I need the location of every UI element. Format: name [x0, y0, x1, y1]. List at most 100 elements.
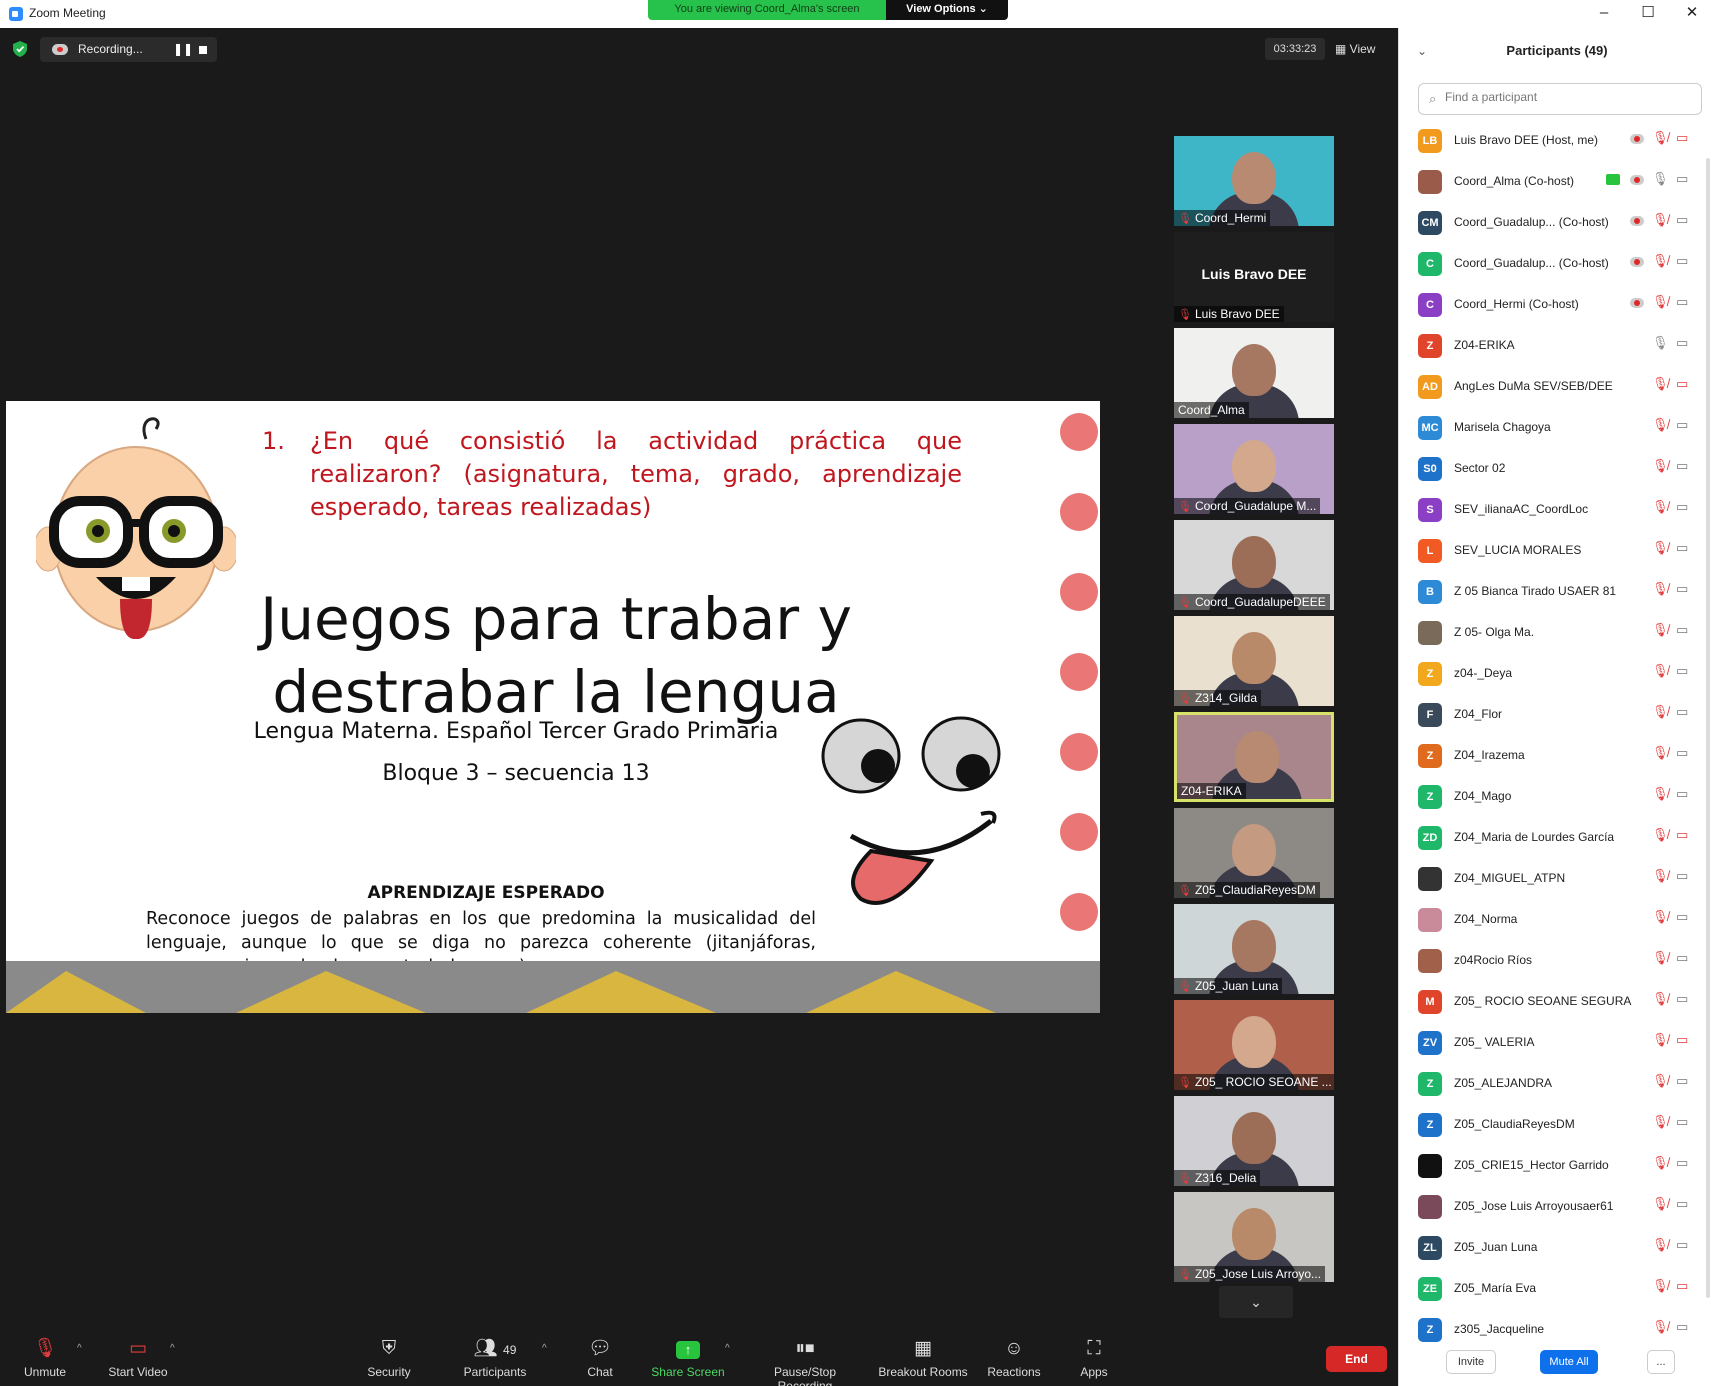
mic-muted-icon[interactable]: 🎙︎̸: [1652, 458, 1669, 474]
maximize-button[interactable]: ☐: [1626, 0, 1670, 28]
mic-on-icon[interactable]: 🎙︎: [1652, 335, 1669, 351]
video-tile[interactable]: Coord_Alma: [1174, 328, 1334, 418]
video-tile[interactable]: 🎙︎ Coord_Guadalupe M...: [1174, 424, 1334, 514]
mic-muted-icon[interactable]: 🎙︎̸: [1652, 376, 1669, 392]
mic-muted-icon[interactable]: 🎙︎̸: [1652, 786, 1669, 802]
tiles-scroll-down-button[interactable]: ⌄: [1219, 1286, 1293, 1318]
participant-search-input[interactable]: [1445, 90, 1695, 104]
video-tile[interactable]: 🎙︎ Z316_Delia: [1174, 1096, 1334, 1186]
minimize-button[interactable]: –: [1582, 0, 1626, 28]
close-button[interactable]: ✕: [1670, 0, 1714, 28]
participant-row[interactable]: z04Rocio Ríos 🎙︎̸ ▭: [1399, 940, 1714, 981]
video-tile[interactable]: 🎙︎ Z05_Juan Luna: [1174, 904, 1334, 994]
video-tile[interactable]: 🎙︎ Z05_ClaudiaReyesDM: [1174, 808, 1334, 898]
participant-row[interactable]: ZE Z05_María Eva 🎙︎̸ ▭: [1399, 1268, 1714, 1309]
participant-row[interactable]: Z Z04_Mago 🎙︎̸ ▭: [1399, 776, 1714, 817]
participant-avatar: M: [1418, 990, 1442, 1014]
participant-row[interactable]: M Z05_ ROCIO SEOANE SEGURA 🎙︎̸ ▭: [1399, 981, 1714, 1022]
share-options-caret-icon[interactable]: ^: [725, 1343, 730, 1354]
participant-row[interactable]: S SEV_ilianaAC_CoordLoc 🎙︎̸ ▭: [1399, 489, 1714, 530]
participant-row[interactable]: Z04_MIGUEL_ATPN 🎙︎̸ ▭: [1399, 858, 1714, 899]
mic-muted-icon[interactable]: 🎙︎̸: [1652, 745, 1669, 761]
mic-muted-icon[interactable]: 🎙︎̸: [1652, 212, 1669, 228]
participant-row[interactable]: L SEV_LUCIA MORALES 🎙︎̸ ▭: [1399, 530, 1714, 571]
participant-row[interactable]: F Z04_Flor 🎙︎̸ ▭: [1399, 694, 1714, 735]
mic-muted-icon[interactable]: 🎙︎̸: [1652, 253, 1669, 269]
mic-muted-icon[interactable]: 🎙︎̸: [1652, 499, 1669, 515]
end-meeting-button[interactable]: End: [1326, 1346, 1387, 1372]
mic-muted-icon[interactable]: 🎙︎̸: [1652, 1319, 1669, 1335]
participant-row[interactable]: ZL Z05_Juan Luna 🎙︎̸ ▭: [1399, 1227, 1714, 1268]
mic-muted-icon[interactable]: 🎙︎̸: [1652, 540, 1669, 556]
participant-list-scrollbar[interactable]: [1706, 158, 1710, 1298]
mic-muted-icon[interactable]: 🎙︎̸: [1652, 950, 1669, 966]
tile-display-name: Luis Bravo DEE: [1201, 266, 1307, 282]
participant-row[interactable]: Z Z04-ERIKA 🎙︎ ▭: [1399, 325, 1714, 366]
participant-row[interactable]: AD AngLes DuMa SEV/SEB/DEE 🎙︎̸ ▭: [1399, 366, 1714, 407]
mic-muted-icon: 🎙︎: [1178, 885, 1192, 897]
more-options-button[interactable]: ...: [1647, 1350, 1675, 1374]
participant-row[interactable]: S0 Sector 02 🎙︎̸ ▭: [1399, 448, 1714, 489]
participant-name: AngLes DuMa SEV/SEB/DEE: [1454, 379, 1613, 393]
participant-row[interactable]: Z05_CRIE15_Hector Garrido 🎙︎̸ ▭: [1399, 1145, 1714, 1186]
pause-recording-icon[interactable]: ❚❚: [173, 42, 193, 56]
video-tile[interactable]: 🎙︎ Coord_Hermi: [1174, 136, 1334, 226]
participant-row[interactable]: Z05_Jose Luis Arroyousaer61 🎙︎̸ ▭: [1399, 1186, 1714, 1227]
mic-muted-icon[interactable]: 🎙︎̸: [1652, 827, 1669, 843]
mic-muted-icon[interactable]: 🎙︎̸: [1652, 581, 1669, 597]
mic-muted-icon[interactable]: 🎙︎̸: [1652, 1196, 1669, 1212]
view-options-button[interactable]: View Options ⌄: [886, 0, 1008, 20]
video-tile[interactable]: 🎙︎ Z05_Jose Luis Arroyo...: [1174, 1192, 1334, 1282]
participant-row[interactable]: Z Z04_Irazema 🎙︎̸ ▭: [1399, 735, 1714, 776]
participant-row[interactable]: C Coord_Guadalup... (Co-host) 🎙︎̸ ▭: [1399, 243, 1714, 284]
start-video-button[interactable]: ▭ Start Video ^: [78, 1337, 198, 1379]
mic-muted-icon[interactable]: 🎙︎̸: [1652, 909, 1669, 925]
mic-muted-icon[interactable]: 🎙︎̸: [1652, 663, 1669, 679]
mic-muted-icon[interactable]: 🎙︎̸: [1652, 1278, 1669, 1294]
mic-muted-icon[interactable]: 🎙︎̸: [1652, 1155, 1669, 1171]
participant-row[interactable]: ZV Z05_ VALERIA 🎙︎̸ ▭: [1399, 1022, 1714, 1063]
mic-muted-icon[interactable]: 🎙︎̸: [1652, 991, 1669, 1007]
mic-muted-icon[interactable]: 🎙︎̸: [1652, 294, 1669, 310]
mic-muted-icon[interactable]: 🎙︎̸: [1652, 1237, 1669, 1253]
invite-button[interactable]: Invite: [1446, 1350, 1496, 1374]
video-options-caret-icon[interactable]: ^: [170, 1343, 175, 1354]
mic-on-icon[interactable]: 🎙︎: [1652, 171, 1669, 187]
participant-row[interactable]: CM Coord_Guadalup... (Co-host) 🎙︎̸ ▭: [1399, 202, 1714, 243]
security-shield-icon[interactable]: [13, 41, 27, 57]
mic-muted-icon[interactable]: 🎙︎̸: [1652, 704, 1669, 720]
stop-recording-icon[interactable]: [199, 46, 207, 54]
participants-button[interactable]: 👥︎ 49 Participants ^: [435, 1337, 555, 1379]
participant-row[interactable]: C Coord_Hermi (Co-host) 🎙︎̸ ▭: [1399, 284, 1714, 325]
participant-row[interactable]: Zz04-_Deya 🎙︎̸ ▭: [1399, 653, 1714, 694]
mic-muted-icon[interactable]: 🎙︎̸: [1652, 1114, 1669, 1130]
participant-avatar: [1418, 1195, 1442, 1219]
mic-muted-icon[interactable]: 🎙︎̸: [1652, 868, 1669, 884]
participant-row[interactable]: Z Z05_ClaudiaReyesDM 🎙︎̸ ▭: [1399, 1104, 1714, 1145]
mic-muted-icon[interactable]: 🎙︎̸: [1652, 1073, 1669, 1089]
apps-button[interactable]: ⛶ Apps: [1034, 1337, 1154, 1379]
share-screen-button[interactable]: ↑ Share Screen ^: [628, 1337, 748, 1379]
pause-stop-recording-button[interactable]: ⏸⏹ Pause/Stop Recording: [745, 1337, 865, 1386]
participant-row[interactable]: Z 05- Olga Ma. 🎙︎̸ ▭: [1399, 612, 1714, 653]
participant-row[interactable]: LB Luis Bravo DEE (Host, me) 🎙︎̸ ▭: [1399, 120, 1714, 161]
video-tile[interactable]: 🎙︎ Z05_ ROCIO SEOANE ...: [1174, 1000, 1334, 1090]
video-tile[interactable]: 🎙︎ Z314_Gilda: [1174, 616, 1334, 706]
participant-row[interactable]: ZD Z04_Maria de Lourdes García 🎙︎̸ ▭: [1399, 817, 1714, 858]
mute-all-button[interactable]: Mute All: [1540, 1350, 1598, 1374]
mic-muted-icon[interactable]: 🎙︎̸: [1652, 622, 1669, 638]
security-button[interactable]: ⛨ Security: [329, 1337, 449, 1379]
view-button[interactable]: ▦ View: [1335, 38, 1375, 60]
video-tile[interactable]: Z04-ERIKA: [1174, 712, 1334, 802]
participant-row[interactable]: B Z 05 Bianca Tirado USAER 81 🎙︎̸ ▭: [1399, 571, 1714, 612]
mic-muted-icon[interactable]: 🎙︎̸: [1652, 417, 1669, 433]
participant-row[interactable]: MC Marisela Chagoya 🎙︎̸ ▭: [1399, 407, 1714, 448]
participant-video-face: [1232, 920, 1276, 972]
participant-row[interactable]: Z Z05_ALEJANDRA 🎙︎̸ ▭: [1399, 1063, 1714, 1104]
participant-row[interactable]: Coord_Alma (Co-host) 🎙︎ ▭: [1399, 161, 1714, 202]
mic-muted-icon[interactable]: 🎙︎̸: [1652, 130, 1669, 146]
video-tile[interactable]: 🎙︎ Coord_GuadalupeDEEE: [1174, 520, 1334, 610]
mic-muted-icon[interactable]: 🎙︎̸: [1652, 1032, 1669, 1048]
video-tile[interactable]: Luis Bravo DEE 🎙︎ Luis Bravo DEE: [1174, 232, 1334, 322]
participant-row[interactable]: Z04_Norma 🎙︎̸ ▭: [1399, 899, 1714, 940]
